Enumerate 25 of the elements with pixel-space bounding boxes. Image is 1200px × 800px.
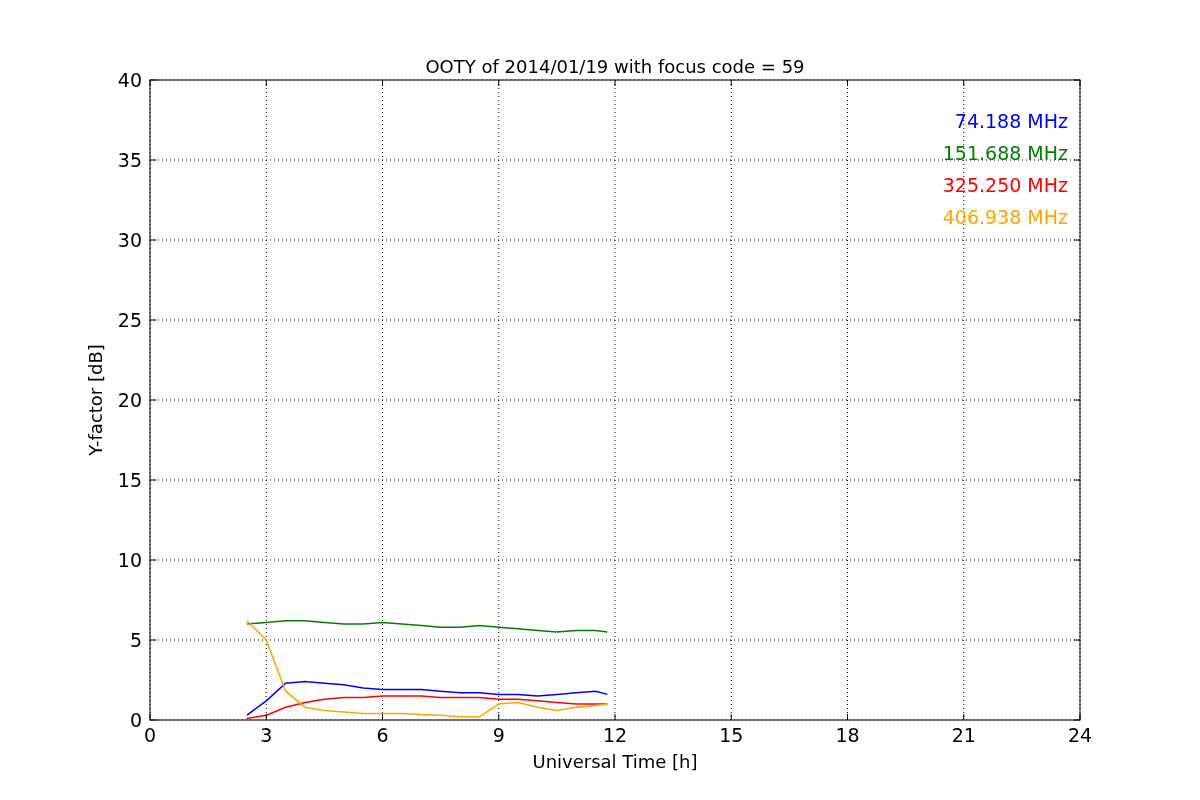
legend-label: 74.188 MHz <box>954 110 1068 132</box>
x-tick-label: 18 <box>835 724 860 746</box>
x-tick-label: 6 <box>376 724 389 746</box>
y-tick-label: 40 <box>117 69 142 91</box>
x-tick-label: 24 <box>1067 724 1093 746</box>
y-tick-label: 30 <box>117 229 142 251</box>
x-axis-label: Universal Time [h] <box>532 751 698 772</box>
y-tick-label: 15 <box>117 469 142 491</box>
legend-label: 325.250 MHz <box>942 174 1068 196</box>
y-tick-label: 10 <box>117 549 142 571</box>
legend-label: 151.688 MHz <box>942 142 1068 164</box>
x-tick-label: 21 <box>951 724 976 746</box>
y-tick-label: 0 <box>129 709 142 731</box>
x-tick-label: 9 <box>492 724 505 746</box>
x-tick-label: 3 <box>260 724 273 746</box>
legend-label: 406.938 MHz <box>942 206 1068 228</box>
x-tick-label: 0 <box>143 724 157 746</box>
y-tick-label: 25 <box>117 309 142 331</box>
y-tick-label: 5 <box>129 629 142 651</box>
chart-title: OOTY of 2014/01/19 with focus code = 59 <box>425 56 805 77</box>
y-tick-label: 35 <box>117 149 142 171</box>
y-tick-label: 20 <box>117 389 142 411</box>
y-axis-label: Y-factor [dB] <box>85 344 106 456</box>
x-tick-label: 12 <box>602 724 628 746</box>
x-tick-label: 15 <box>719 724 744 746</box>
